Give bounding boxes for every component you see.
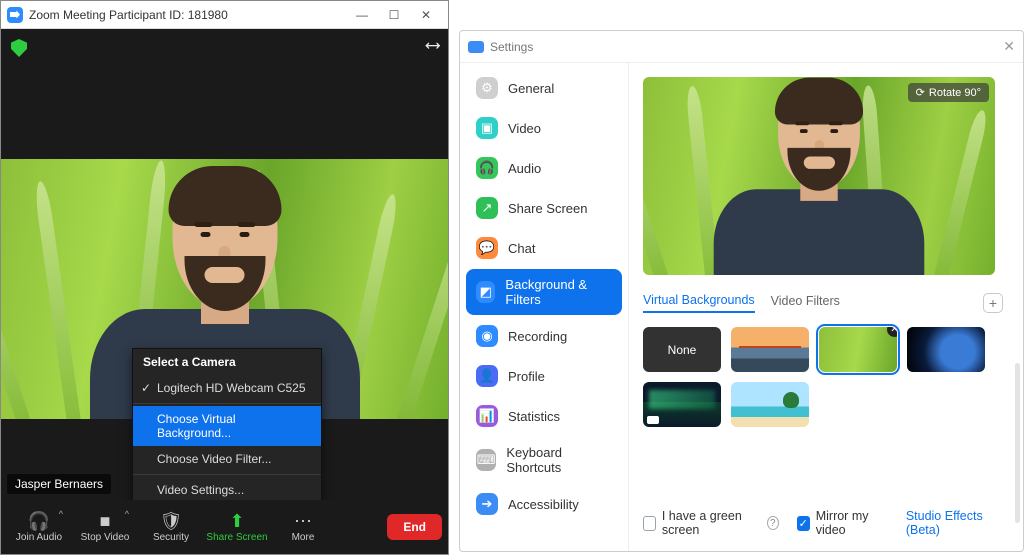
tab-virtual-backgrounds[interactable]: Virtual Backgrounds (643, 293, 755, 313)
sidebar-label: General (508, 81, 554, 96)
bg-option-grass[interactable]: ✕ (819, 327, 897, 372)
chevron-up-icon[interactable]: ^ (125, 509, 129, 519)
background-grid: None ✕ (643, 327, 1003, 427)
choose-virtual-background[interactable]: Choose Virtual Background... (133, 406, 321, 446)
sidebar-item-keyboard-shortcuts[interactable]: ⌨ Keyboard Shortcuts (466, 437, 622, 483)
shield-icon: 🛡 (160, 512, 183, 530)
sidebar-icon: 📊 (476, 405, 498, 427)
minimize-button[interactable]: — (346, 8, 378, 22)
remove-bg-icon[interactable]: ✕ (887, 327, 897, 337)
sidebar-item-general[interactable]: ⚙ General (466, 69, 622, 107)
sidebar-label: Audio (508, 161, 541, 176)
sidebar-icon: ◩ (476, 281, 495, 303)
headphones-icon: 🎧 (28, 512, 50, 530)
sidebar-item-video[interactable]: ▣ Video (466, 109, 622, 147)
sidebar-item-recording[interactable]: ◉ Recording (466, 317, 622, 355)
close-icon[interactable]: ✕ (1003, 38, 1015, 55)
sidebar-icon: 💬 (476, 237, 498, 259)
sidebar-icon: 🎧 (476, 157, 498, 179)
sidebar-label: Keyboard Shortcuts (506, 445, 612, 475)
sidebar-icon: 👤 (476, 365, 498, 387)
meeting-toolbar: 🎧Join Audio^ ■Stop Video^ 🛡Security ⬆Sha… (1, 500, 448, 554)
participant-name-tag: Jasper Bernaers (7, 474, 111, 494)
meeting-body: ⤢ Jasper Bernaers Select (1, 29, 448, 554)
zoom-meeting-window: Zoom Meeting Participant ID: 181980 — ☐ … (0, 0, 449, 555)
more-icon: ⋯ (294, 512, 312, 530)
meeting-titlebar: Zoom Meeting Participant ID: 181980 — ☐ … (1, 1, 448, 29)
zoom-logo-icon (468, 41, 484, 53)
sidebar-label: Recording (508, 329, 567, 344)
encryption-shield-icon[interactable] (11, 39, 27, 57)
scrollbar[interactable] (1015, 363, 1020, 523)
rotate-button[interactable]: ⟳Rotate 90° (908, 83, 989, 102)
bg-option-aurora[interactable] (643, 382, 721, 427)
sidebar-icon: ◉ (476, 325, 498, 347)
camera-icon: ■ (100, 512, 111, 530)
video-preview: ⟳Rotate 90° (643, 77, 995, 275)
sidebar-label: Statistics (508, 409, 560, 424)
settings-content: ⟳Rotate 90° Virtual Backgrounds Video Fi… (628, 63, 1023, 551)
end-button[interactable]: End (387, 514, 442, 540)
bg-option-beach[interactable] (731, 382, 809, 427)
more-button[interactable]: ⋯More (271, 503, 335, 551)
sidebar-label: Share Screen (508, 201, 588, 216)
bg-tabs: Virtual Backgrounds Video Filters + (643, 293, 1003, 313)
share-screen-button[interactable]: ⬆Share Screen (205, 503, 269, 551)
share-icon: ⬆ (229, 512, 244, 530)
settings-header: Settings ✕ (460, 31, 1023, 63)
close-button[interactable]: ✕ (410, 8, 442, 22)
bg-option-none[interactable]: None (643, 327, 721, 372)
tab-video-filters[interactable]: Video Filters (771, 294, 840, 312)
sidebar-label: Accessibility (508, 497, 579, 512)
sidebar-icon: ➔ (476, 493, 498, 515)
settings-window: Settings ✕ ⚙ General ▣ Video 🎧 Audio ↗ Share Sc… (459, 30, 1024, 552)
sidebar-label: Video (508, 121, 541, 136)
fullscreen-icon[interactable]: ⤢ (422, 36, 442, 56)
settings-sidebar: ⚙ General ▣ Video 🎧 Audio ↗ Share Screen 💬 Chat ◩ B… (460, 63, 628, 551)
mirror-video-checkbox[interactable]: ✓Mirror my video (797, 509, 888, 537)
maximize-button[interactable]: ☐ (378, 8, 410, 22)
sidebar-item-share-screen[interactable]: ↗ Share Screen (466, 189, 622, 227)
sidebar-item-statistics[interactable]: 📊 Statistics (466, 397, 622, 435)
bg-footer: I have a green screen? ✓Mirror my video … (643, 495, 1003, 537)
camera-menu-heading: Select a Camera (133, 349, 321, 375)
sidebar-item-chat[interactable]: 💬 Chat (466, 229, 622, 267)
sidebar-icon: ↗ (476, 197, 498, 219)
studio-effects-link[interactable]: Studio Effects (Beta) (906, 509, 1003, 537)
sidebar-icon: ⌨ (476, 449, 496, 471)
add-background-button[interactable]: + (983, 293, 1003, 313)
choose-video-filter[interactable]: Choose Video Filter... (133, 446, 321, 472)
bg-option-earth[interactable] (907, 327, 985, 372)
join-audio-button[interactable]: 🎧Join Audio^ (7, 503, 71, 551)
sidebar-item-background-filters[interactable]: ◩ Background & Filters (466, 269, 622, 315)
green-screen-checkbox[interactable]: I have a green screen? (643, 509, 779, 537)
sidebar-label: Chat (508, 241, 535, 256)
sidebar-icon: ⚙ (476, 77, 498, 99)
settings-title: Settings (490, 40, 533, 54)
security-button[interactable]: 🛡Security (139, 503, 203, 551)
sidebar-item-accessibility[interactable]: ➔ Accessibility (466, 485, 622, 523)
chevron-up-icon[interactable]: ^ (59, 509, 63, 519)
meeting-title: Zoom Meeting Participant ID: 181980 (29, 8, 228, 22)
zoom-logo-icon (7, 7, 23, 23)
help-icon[interactable]: ? (767, 516, 779, 530)
sidebar-label: Profile (508, 369, 545, 384)
sidebar-label: Background & Filters (505, 277, 612, 307)
rotate-icon: ⟳ (916, 86, 925, 99)
sidebar-item-audio[interactable]: 🎧 Audio (466, 149, 622, 187)
sidebar-item-profile[interactable]: 👤 Profile (466, 357, 622, 395)
stop-video-button[interactable]: ■Stop Video^ (73, 503, 137, 551)
bg-option-bridge[interactable] (731, 327, 809, 372)
camera-menu: Select a Camera Logitech HD Webcam C525 … (132, 348, 322, 504)
sidebar-icon: ▣ (476, 117, 498, 139)
camera-option[interactable]: Logitech HD Webcam C525 (133, 375, 321, 401)
